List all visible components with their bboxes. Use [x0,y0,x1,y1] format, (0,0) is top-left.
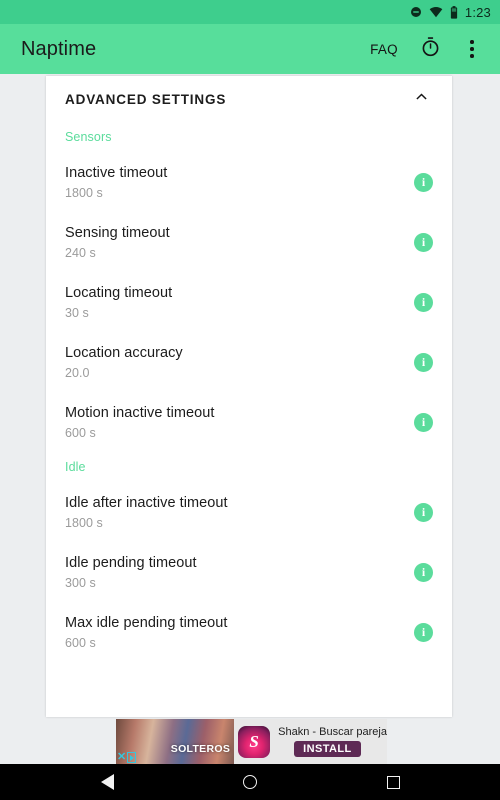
setting-title: Motion inactive timeout [65,404,215,421]
app-toolbar: Naptime FAQ [0,24,500,74]
setting-value: 300 s [65,575,96,590]
setting-text: Motion inactive timeout 600 s [65,405,214,440]
setting-row[interactable]: Sensing timeout 240 s i [46,212,452,272]
ad-info-triangle-icon[interactable] [127,752,137,763]
faq-button[interactable]: FAQ [360,33,408,66]
info-icon[interactable]: i [414,502,433,522]
page-title: ADVANCED SETTINGS [65,91,227,107]
nav-home-button[interactable] [230,764,270,800]
android-screen: 1:23 Naptime FAQ ADVANCED SETTINGS Senso… [0,0,500,800]
setting-title: Location accuracy [65,344,183,361]
setting-title: Idle pending timeout [65,554,197,571]
ad-body: Shakn - Buscar pareja INSTALL [270,726,387,757]
overflow-menu-button[interactable] [452,29,492,69]
status-bar-clock: 1:23 [464,4,491,20]
info-icon[interactable]: i [414,412,433,432]
section-header-idle: Idle [65,460,86,474]
app-title: Naptime [21,37,97,60]
info-icon[interactable]: i [414,622,433,642]
ad-choices-icon[interactable]: ✕ [117,752,137,763]
scroll-content[interactable]: ADVANCED SETTINGS Sensors Inactive timeo… [0,74,500,717]
system-navigation-bar [0,764,500,800]
setting-title: Idle after inactive timeout [65,494,228,511]
setting-value: 20.0 [65,365,90,380]
setting-value: 1800 s [65,515,103,530]
setting-title: Sensing timeout [65,224,170,241]
setting-row[interactable]: Motion inactive timeout 600 s i [46,392,452,452]
nav-recents-button[interactable] [373,764,413,800]
ad-headline: Shakn - Buscar pareja [278,726,387,738]
setting-text: Inactive timeout 1800 s [65,165,167,200]
recents-icon [386,775,400,789]
info-icon[interactable]: i [414,232,433,252]
wifi-icon [429,6,443,18]
setting-value: 1800 s [65,185,103,200]
setting-value: 600 s [65,635,96,650]
setting-title: Inactive timeout [65,164,168,181]
nav-back-button[interactable] [87,764,127,800]
timer-button[interactable] [410,29,450,69]
home-icon [243,775,257,789]
ad-app-icon-glyph: S [249,732,259,751]
info-icon[interactable]: i [414,562,433,582]
setting-row[interactable]: Locating timeout 30 s i [46,272,452,332]
setting-row[interactable]: Max idle pending timeout 600 s i [46,602,452,662]
info-icon[interactable]: i [414,292,433,312]
setting-text: Idle after inactive timeout 1800 s [65,495,228,530]
overflow-menu-icon [470,40,474,45]
info-icon[interactable]: i [414,352,433,372]
ad-install-button[interactable]: INSTALL [294,741,361,757]
setting-value: 600 s [65,425,96,440]
battery-icon [450,5,458,19]
setting-text: Sensing timeout 240 s [65,225,170,260]
ad-banner[interactable]: SOLTEROS ✕ S Shakn - Buscar pareja INSTA… [116,719,387,764]
collapse-toggle-button[interactable] [408,86,434,112]
setting-value: 240 s [65,245,96,260]
setting-value: 30 s [65,305,89,320]
advanced-settings-header[interactable]: ADVANCED SETTINGS [46,76,452,122]
section-header-sensors: Sensors [65,130,112,144]
overflow-dot [470,53,474,58]
ad-creative-image[interactable]: SOLTEROS ✕ [116,719,235,764]
setting-title: Locating timeout [65,284,173,301]
setting-text: Idle pending timeout 300 s [65,555,197,590]
ad-creative-text: SOLTEROS [170,743,231,755]
toolbar-actions: FAQ [360,29,500,69]
setting-text: Max idle pending timeout 600 s [65,615,227,650]
ad-app-icon: S [238,725,271,758]
info-icon[interactable]: i [414,172,433,192]
setting-row[interactable]: Inactive timeout 1800 s i [46,152,452,212]
do-not-disturb-icon [410,6,422,18]
advanced-settings-card: ADVANCED SETTINGS Sensors Inactive timeo… [46,76,452,717]
setting-title: Max idle pending timeout [65,614,228,631]
ad-close-icon[interactable]: ✕ [117,752,126,763]
setting-row[interactable]: Location accuracy 20.0 i [46,332,452,392]
setting-row[interactable]: Idle after inactive timeout 1800 s i [46,482,452,542]
timer-icon [420,36,441,62]
back-icon [100,774,114,790]
overflow-dot [470,47,474,51]
status-bar: 1:23 [0,0,500,24]
chevron-up-icon [414,89,429,109]
setting-row[interactable]: Idle pending timeout 300 s i [46,542,452,602]
setting-text: Location accuracy 20.0 [65,345,183,380]
setting-text: Locating timeout 30 s [65,285,172,320]
